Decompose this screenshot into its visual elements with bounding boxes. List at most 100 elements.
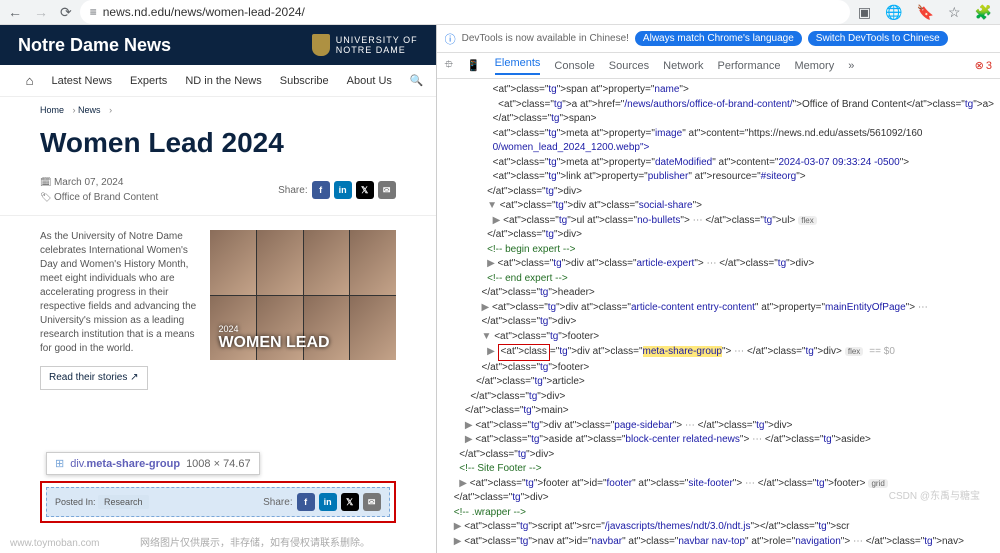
article-meta: March 07, 2024 Office of Brand Content S…	[0, 169, 436, 216]
dom-line[interactable]: <at">class="tg">meta at">property="dateM…	[443, 156, 994, 171]
tab-console[interactable]: Console	[554, 60, 594, 72]
site-title[interactable]: Notre Dame News	[18, 35, 171, 56]
shield-icon	[312, 34, 330, 56]
bookmark-icon[interactable]: 🔖	[917, 4, 934, 21]
site-nav: ⌂ Latest News Experts ND in the News Sub…	[0, 65, 436, 97]
crumb-home[interactable]: Home	[40, 105, 64, 115]
article-author[interactable]: Office of Brand Content	[40, 190, 158, 205]
nav-home[interactable]: ⌂	[26, 73, 34, 88]
dom-line[interactable]: ▶ <at">class="tg">div at">class="article…	[443, 301, 994, 316]
translate-icon[interactable]: 🌐	[885, 4, 902, 21]
info-icon: ⓘ	[445, 31, 456, 47]
reload-button[interactable]: ⟳	[60, 4, 72, 21]
inspector-tooltip: ⊞ div.meta-share-group 1008 × 74.67	[46, 452, 260, 475]
lang-match-button[interactable]: Always match Chrome's language	[635, 31, 802, 46]
dom-line[interactable]: ▶ <at">class="tg">div at">class="page-si…	[443, 419, 994, 434]
tab-sources[interactable]: Sources	[609, 60, 649, 72]
linkedin-icon[interactable]: in	[334, 181, 352, 199]
x-icon[interactable]: 𝕏	[341, 493, 359, 511]
intro-text: As the University of Notre Dame celebrat…	[40, 230, 196, 356]
tab-elements[interactable]: Elements	[495, 57, 541, 75]
dom-line[interactable]: </at">class="tg">main>	[443, 404, 994, 419]
dom-line[interactable]: </at">class="tg">div>	[443, 448, 994, 463]
dom-line[interactable]: </at">class="tg">div>	[443, 185, 994, 200]
dom-line[interactable]: <at">class="tg">link at">property="publi…	[443, 170, 994, 185]
error-count[interactable]: ⊗ 3	[975, 59, 992, 72]
dom-line[interactable]: <!-- begin expert -->	[443, 243, 994, 258]
star-icon[interactable]: ☆	[948, 4, 961, 21]
dom-line[interactable]: ▶ <at">class="tg">aside at">class="block…	[443, 433, 994, 448]
article-title: Women Lead 2024	[0, 123, 436, 169]
tab-memory[interactable]: Memory	[794, 60, 834, 72]
search-icon[interactable]: 🔍	[410, 74, 424, 87]
nav-ndnews[interactable]: ND in the News	[185, 75, 261, 87]
article-date: March 07, 2024	[40, 175, 158, 190]
dom-line[interactable]: ▼ <at">class="tg">footer>	[443, 330, 994, 345]
site-info-icon[interactable]: ≡	[90, 5, 97, 19]
page-viewport: Notre Dame News UNIVERSITY OF NOTRE DAME…	[0, 25, 437, 553]
posted-in-label: Posted In:	[55, 497, 96, 507]
nav-latest[interactable]: Latest News	[51, 75, 112, 87]
dom-line[interactable]: <!-- end expert -->	[443, 272, 994, 287]
tab-performance[interactable]: Performance	[717, 60, 780, 72]
inspect-icon[interactable]: ⯐	[445, 56, 453, 75]
dom-line[interactable]: </at">class="tg">footer>	[443, 361, 994, 376]
dom-line[interactable]: ▶ <at">class="tg">script at">src="/javas…	[443, 520, 994, 535]
tabs-more[interactable]: »	[848, 60, 854, 72]
article-body: As the University of Notre Dame celebrat…	[0, 216, 436, 390]
email-icon[interactable]: ✉	[363, 493, 381, 511]
tab-network[interactable]: Network	[663, 60, 703, 72]
dom-line[interactable]: </at">class="tg">div>	[443, 390, 994, 405]
banner-text: DevTools is now available in Chinese!	[462, 33, 629, 44]
dom-line[interactable]: ▶ <at">class="tg">div at">class="article…	[443, 257, 994, 272]
dom-line[interactable]: ▼ <at">class="tg">div at">class="social-…	[443, 199, 994, 214]
devtools-tabs: ⯐ 📱 Elements Console Sources Network Per…	[437, 53, 1000, 79]
dom-line[interactable]: ▶ <at">class="tg">nav at">id="navbar" at…	[443, 535, 994, 550]
nav-experts[interactable]: Experts	[130, 75, 167, 87]
dom-line[interactable]: </at">class="tg">article>	[443, 375, 994, 390]
tag-research[interactable]: Research	[98, 495, 149, 509]
facebook-icon[interactable]: f	[312, 181, 330, 199]
dom-line[interactable]: </at">class="tg">div>	[443, 228, 994, 243]
breadcrumb: Home › News ›	[0, 97, 436, 123]
dom-line[interactable]: </at">class="tg">span>	[443, 112, 994, 127]
share-label-footer: Share:	[263, 497, 292, 508]
dom-line[interactable]: <at">class="tg">meta at">property="image…	[443, 127, 994, 142]
dom-line[interactable]: ▶ <at">class="tg">div at">class="meta-sh…	[443, 344, 994, 361]
share-row-top: Share: f in 𝕏 ✉	[278, 175, 395, 205]
cast-icon[interactable]: ▣	[858, 4, 871, 21]
brand-logo[interactable]: UNIVERSITY OF NOTRE DAME	[312, 34, 418, 56]
dom-line[interactable]: </at">class="tg">div>	[443, 315, 994, 330]
dom-line[interactable]: <at">class="tg">span at">property="name"…	[443, 83, 994, 98]
linkedin-icon[interactable]: in	[319, 493, 337, 511]
dom-line[interactable]: <!-- Site Footer -->	[443, 462, 994, 477]
chrome-actions: ▣ 🌐 🔖 ☆ 🧩	[858, 4, 992, 21]
back-button[interactable]: ←	[8, 4, 22, 21]
dom-line[interactable]: ▶ <at">class="tg">ul at">class="no-bulle…	[443, 214, 994, 229]
forward-button[interactable]: →	[34, 4, 48, 21]
tooltip-dims: 1008 × 74.67	[186, 458, 251, 470]
devtools-panel: ⓘ DevTools is now available in Chinese! …	[437, 25, 1000, 553]
inspected-element-highlight: Posted In: Research Share: f in 𝕏 ✉	[40, 481, 396, 523]
facebook-icon[interactable]: f	[297, 493, 315, 511]
dom-tree[interactable]: <at">class="tg">span at">property="name"…	[437, 79, 1000, 553]
extensions-icon[interactable]: 🧩	[975, 4, 992, 21]
devtools-banner: ⓘ DevTools is now available in Chinese! …	[437, 25, 1000, 53]
hero-text: WOMEN LEAD	[218, 334, 329, 351]
read-stories-button[interactable]: Read their stories ↗	[40, 366, 148, 390]
hero-year: 2024	[218, 324, 329, 334]
device-icon[interactable]: 📱	[467, 59, 481, 72]
grid-icon: ⊞	[55, 457, 64, 470]
email-icon[interactable]: ✉	[378, 181, 396, 199]
nav-about[interactable]: About Us	[347, 75, 392, 87]
dom-line[interactable]: </at">class="tg">header>	[443, 286, 994, 301]
nav-subscribe[interactable]: Subscribe	[280, 75, 329, 87]
watermark-cn: 网络图片仅供展示，非存储，如有侵权请联系删除。	[140, 534, 370, 549]
url-bar[interactable]: ≡ news.nd.edu/news/women-lead-2024/	[80, 0, 850, 24]
lang-switch-button[interactable]: Switch DevTools to Chinese	[808, 31, 948, 46]
hero-image: 2024 WOMEN LEAD	[210, 230, 395, 360]
dom-line[interactable]: 0/women_lead_2024_1200.webp">	[443, 141, 994, 156]
x-icon[interactable]: 𝕏	[356, 181, 374, 199]
dom-line[interactable]: <at">class="tg">a at">href="/news/author…	[443, 98, 994, 113]
crumb-news[interactable]: News	[78, 105, 101, 115]
